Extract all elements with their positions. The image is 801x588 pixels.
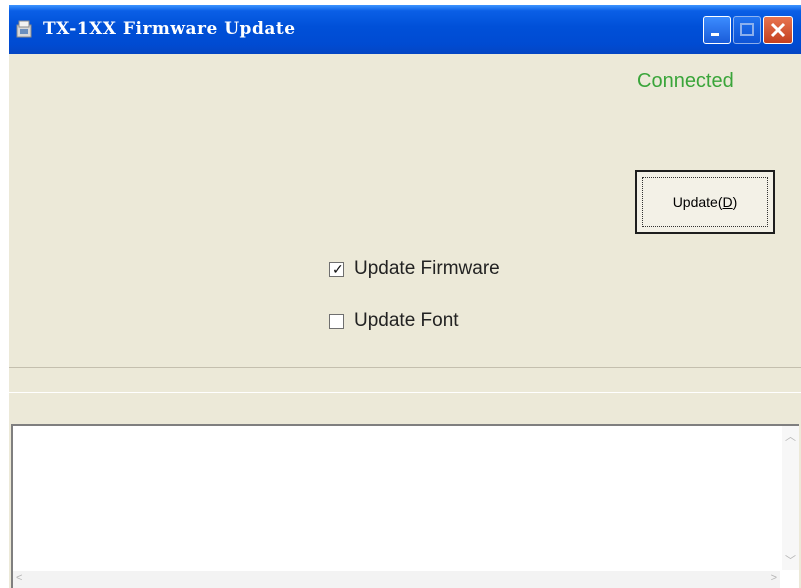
update-font-checkbox[interactable] (329, 313, 344, 329)
separator (9, 392, 801, 393)
checkmark-icon: ✓ (332, 260, 344, 277)
scroll-up-icon[interactable]: ︿ (785, 428, 796, 444)
app-icon (16, 20, 32, 38)
update-font-label: Update Font (354, 310, 459, 331)
horizontal-scrollbar[interactable]: < > (13, 571, 780, 588)
update-button[interactable]: Update(D) (635, 170, 775, 234)
title-bar[interactable]: TX-1XX Firmware Update (9, 5, 801, 54)
close-button[interactable] (763, 16, 793, 44)
update-button-label: Update(D) (642, 177, 768, 227)
update-firmware-option[interactable]: ✓ Update Firmware (329, 258, 500, 280)
vertical-scrollbar[interactable]: ︿ ﹀ (782, 426, 799, 570)
scroll-down-icon[interactable]: ﹀ (785, 552, 796, 568)
close-icon (770, 22, 786, 38)
firmware-update-window: TX-1XX Firmware Update Connected Update(… (9, 5, 801, 588)
update-font-option[interactable]: Update Font (329, 310, 459, 332)
update-firmware-label: Update Firmware (354, 258, 500, 279)
scroll-right-icon[interactable]: > (771, 572, 777, 584)
maximize-button[interactable] (733, 16, 761, 44)
log-textarea[interactable]: ︿ ﹀ < > (11, 424, 799, 588)
maximize-icon (740, 23, 754, 36)
minimize-icon (711, 33, 719, 36)
connection-status: Connected (637, 70, 734, 92)
window-title: TX-1XX Firmware Update (43, 19, 296, 39)
separator (9, 367, 801, 368)
scroll-left-icon[interactable]: < (16, 572, 22, 584)
minimize-button[interactable] (703, 16, 731, 44)
update-firmware-checkbox[interactable]: ✓ (329, 260, 344, 277)
